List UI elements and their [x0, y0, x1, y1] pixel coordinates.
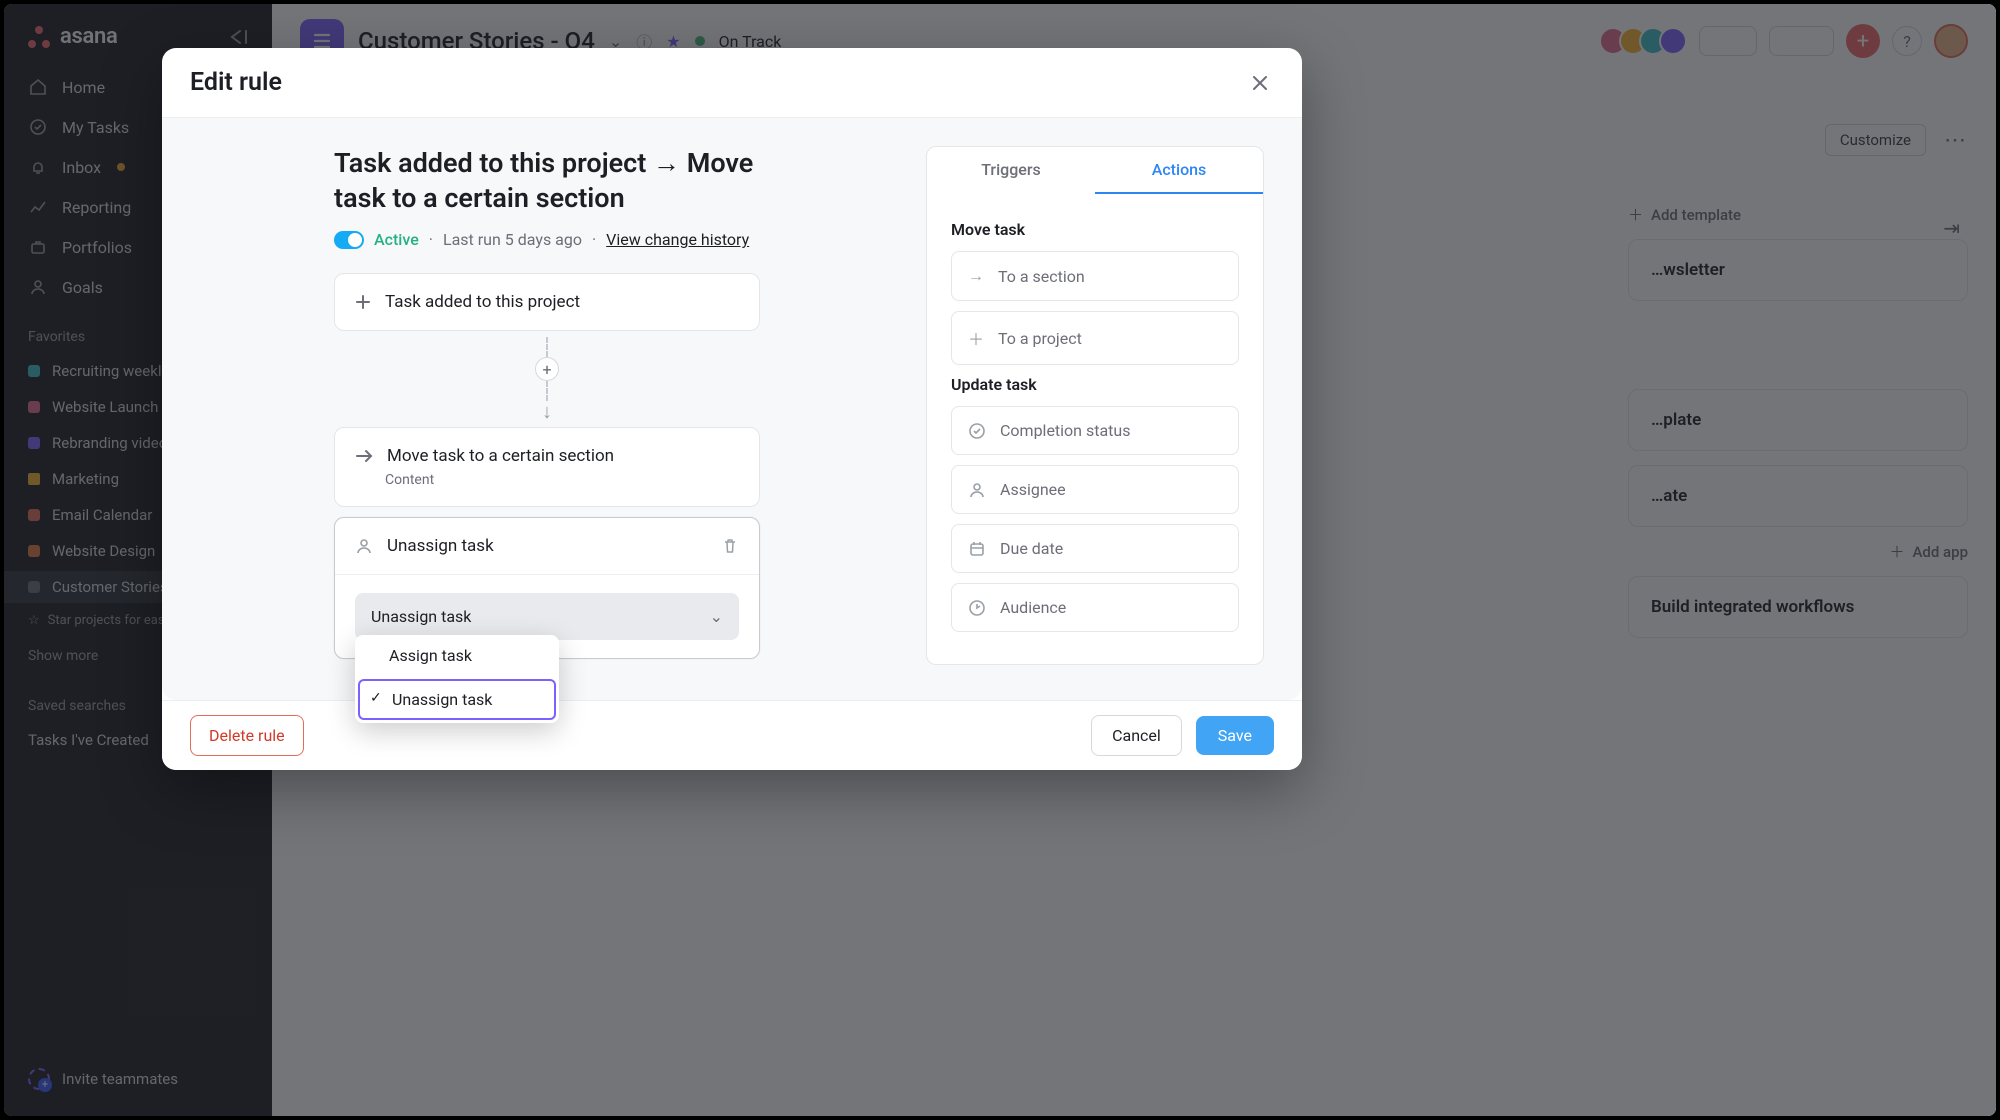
- dropdown-option-unassign[interactable]: Unassign task: [358, 679, 556, 720]
- active-label: Active: [374, 230, 419, 249]
- arrow-right-icon: [355, 449, 373, 463]
- option-to-section[interactable]: → To a section: [951, 251, 1239, 301]
- action-label: Move task to a certain section: [387, 446, 614, 466]
- option-completion-status[interactable]: Completion status: [951, 406, 1239, 455]
- save-button[interactable]: Save: [1196, 716, 1274, 755]
- assignment-select[interactable]: Unassign task ⌄: [355, 593, 739, 640]
- section-update-task: Update task: [951, 375, 1239, 394]
- person-icon: [968, 481, 986, 499]
- add-step-button[interactable]: +: [535, 357, 559, 381]
- action-card[interactable]: Move task to a certain section Content: [334, 427, 760, 507]
- modal-header: Edit rule: [162, 48, 1302, 118]
- trigger-label: Task added to this project: [385, 292, 580, 312]
- modal-body: Task added to this project → Move task t…: [162, 118, 1302, 700]
- plus-icon: [355, 294, 371, 310]
- option-audience[interactable]: Audience: [951, 583, 1239, 632]
- rule-flow-column: Task added to this project → Move task t…: [162, 146, 926, 700]
- active-toggle[interactable]: [334, 231, 364, 249]
- edit-rule-modal: Edit rule Task added to this project → M…: [162, 48, 1302, 770]
- panel-tabs: Triggers Actions: [927, 147, 1263, 194]
- tab-triggers[interactable]: Triggers: [927, 147, 1095, 194]
- option-assignee[interactable]: Assignee: [951, 465, 1239, 514]
- arrow-down-icon: ↓: [542, 401, 552, 421]
- change-history-link[interactable]: View change history: [606, 230, 749, 249]
- modal-footer: Delete rule Cancel Save: [162, 700, 1302, 770]
- delete-step-icon[interactable]: [721, 537, 739, 555]
- option-to-project[interactable]: ＋ To a project: [951, 311, 1239, 365]
- assignment-dropdown: Assign task Unassign task: [355, 635, 559, 723]
- person-icon: [355, 537, 373, 555]
- last-run: Last run 5 days ago: [443, 230, 582, 249]
- section-move-task: Move task: [951, 220, 1239, 239]
- calendar-icon: [968, 540, 986, 558]
- connector: + ↓: [334, 331, 760, 427]
- target-icon: [968, 599, 986, 617]
- chevron-down-icon: ⌄: [710, 607, 723, 626]
- rule-heading: Task added to this project → Move task t…: [334, 146, 754, 216]
- option-due-date[interactable]: Due date: [951, 524, 1239, 573]
- dropdown-option-assign[interactable]: Assign task: [355, 635, 559, 676]
- plus-icon: ＋: [968, 326, 984, 350]
- config-card: Unassign task Unassign task ⌄ Assign tas…: [334, 517, 760, 659]
- select-value: Unassign task: [371, 607, 471, 626]
- actions-panel: Triggers Actions Move task → To a sectio…: [926, 146, 1264, 665]
- modal-title: Edit rule: [190, 68, 282, 97]
- action-sub: Content: [355, 472, 739, 488]
- close-icon[interactable]: [1246, 69, 1274, 97]
- cancel-button[interactable]: Cancel: [1091, 715, 1182, 756]
- delete-rule-button[interactable]: Delete rule: [190, 715, 304, 756]
- rule-meta: Active · Last run 5 days ago · View chan…: [334, 230, 760, 249]
- config-title: Unassign task: [387, 536, 494, 556]
- check-circle-icon: [968, 422, 986, 440]
- arrow-right-icon: →: [968, 266, 984, 286]
- trigger-card[interactable]: Task added to this project: [334, 273, 760, 331]
- tab-actions[interactable]: Actions: [1095, 147, 1263, 194]
